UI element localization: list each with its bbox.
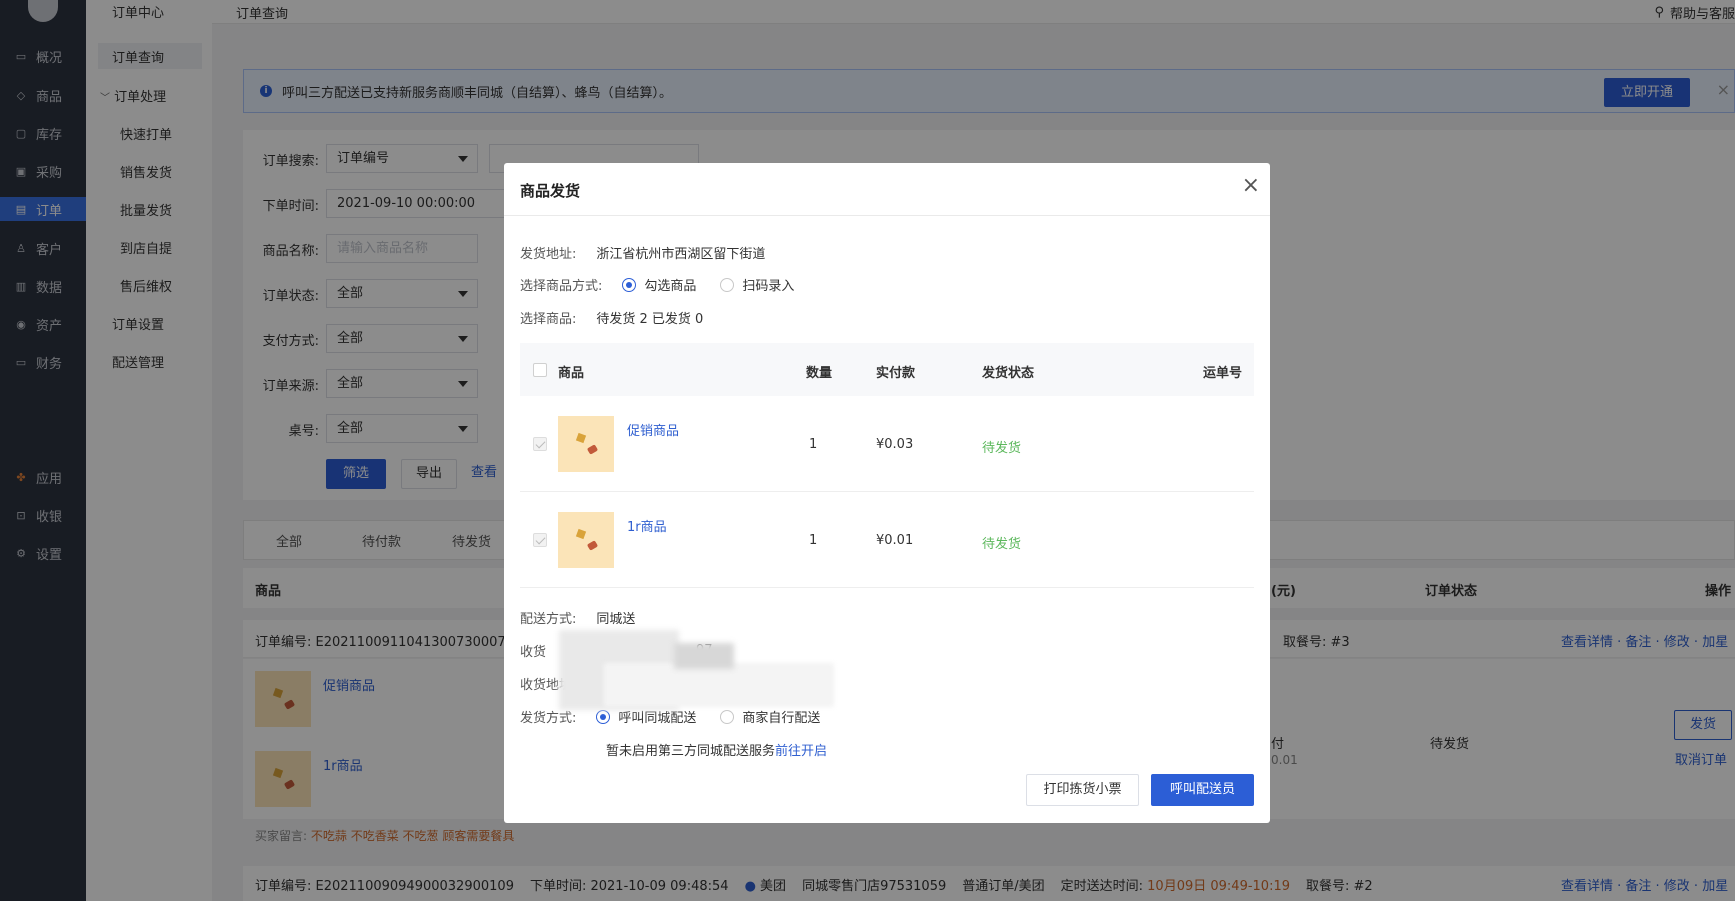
paid-value: ¥0.03 — [876, 437, 914, 452]
delivery-value: 同城送 — [596, 612, 636, 627]
col-qty: 数量 — [806, 366, 833, 381]
ship-goods-modal: 商品发货 × 发货地址: 浙江省杭州市西湖区留下街道 选择商品方式: 勾选商品 … — [504, 163, 1270, 823]
radio-empty-icon — [720, 709, 735, 724]
col-tracking: 运单号 — [1202, 366, 1242, 381]
row-checkbox[interactable] — [533, 437, 547, 451]
qty-value: 1 — [809, 437, 818, 452]
enable-link[interactable]: 前往开启 — [775, 740, 827, 759]
delivery-row: 配送方式: 同城送 — [520, 608, 635, 627]
select-method-row: 选择商品方式: 勾选商品 扫码录入 — [520, 275, 818, 294]
ship-address-row: 发货地址: 浙江省杭州市西湖区留下街道 — [520, 243, 765, 262]
row-checkbox[interactable] — [533, 533, 547, 547]
select-goods-row: 选择商品: 待发货 2 已发货 0 — [520, 308, 703, 327]
ship-status: 待发货 — [982, 441, 1022, 456]
print-pick-ticket-button[interactable]: 打印拣货小票 — [1026, 774, 1139, 806]
col-ship-status: 发货状态 — [982, 366, 1035, 381]
goods-label: 选择商品: — [520, 312, 577, 327]
call-courier-button[interactable]: 呼叫配送员 — [1151, 774, 1254, 806]
modal-title: 商品发货 — [520, 182, 581, 200]
addr-value: 浙江省杭州市西湖区留下街道 — [596, 247, 766, 262]
third-party-hint: 暂未启用第三方同城配送服务 前往开启 — [606, 740, 827, 759]
paid-value: ¥0.01 — [876, 533, 914, 548]
col-paid: 实付款 — [876, 366, 916, 381]
privacy-blur — [674, 643, 734, 669]
modal-header: 商品发货 × — [504, 163, 1270, 216]
product-link[interactable]: 促销商品 — [627, 420, 679, 439]
product-link[interactable]: 1r商品 — [627, 516, 667, 535]
delivery-label: 配送方式: — [520, 612, 577, 627]
product-thumb — [558, 512, 614, 568]
select-all-checkbox[interactable] — [533, 363, 547, 377]
goods-row: 促销商品 1 ¥0.03 待发货 — [520, 396, 1254, 492]
goods-summary: 待发货 2 已发货 0 — [596, 312, 704, 327]
addr-label: 发货地址: — [520, 247, 577, 262]
privacy-blur — [604, 663, 834, 707]
product-thumb — [558, 416, 614, 472]
goods-table-head: 商品 数量 实付款 发货状态 运单号 — [520, 343, 1254, 396]
radio-check-goods[interactable]: 勾选商品 — [622, 275, 696, 294]
radio-selected-icon — [596, 709, 611, 724]
method-label: 选择商品方式: — [520, 279, 603, 294]
col-product: 商品 — [558, 366, 585, 381]
radio-self-delivery[interactable]: 商家自行配送 — [720, 707, 820, 726]
close-icon[interactable]: × — [1242, 175, 1260, 197]
goods-row: 1r商品 1 ¥0.01 待发货 — [520, 492, 1254, 588]
radio-empty-icon — [720, 277, 735, 292]
ship-status: 待发货 — [982, 537, 1022, 552]
radio-scan[interactable]: 扫码录入 — [720, 275, 794, 294]
receiver-label: 收货 — [520, 645, 547, 660]
qty-value: 1 — [809, 533, 818, 548]
radio-selected-icon — [622, 277, 637, 292]
